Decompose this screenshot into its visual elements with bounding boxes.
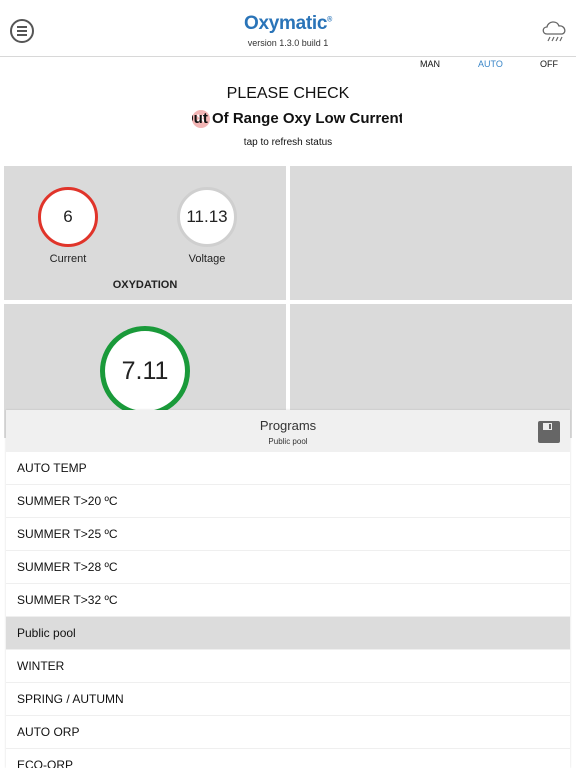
alert-text: Out Of Range Oxy Low Current bbox=[192, 110, 402, 127]
version-label: version 1.3.0 build 1 bbox=[247, 38, 329, 48]
programs-list: AUTO TEMP SUMMER T>20 ºC SUMMER T>25 ºC … bbox=[6, 452, 570, 768]
oxydation-panel[interactable]: 6 Current 11.13 Voltage OXYDATION bbox=[4, 166, 286, 300]
program-item-selected[interactable]: Public pool bbox=[6, 617, 570, 650]
cloud-rain-icon[interactable] bbox=[540, 18, 570, 44]
mode-selector: MAN AUTO OFF bbox=[0, 57, 576, 72]
app-logo: Oxymatic® bbox=[243, 13, 332, 34]
programs-title: Programs bbox=[259, 418, 317, 433]
program-item[interactable]: ECO-ORP bbox=[6, 749, 570, 768]
program-item[interactable]: SPRING / AUTUMN bbox=[6, 683, 570, 716]
ph-gauge: 7.11 bbox=[100, 326, 190, 416]
mode-off-button[interactable]: OFF bbox=[540, 59, 558, 69]
programs-subtitle: Public pool bbox=[268, 437, 308, 446]
programs-popover: Programs Public pool AUTO TEMP SUMMER T>… bbox=[6, 410, 570, 768]
voltage-label: Voltage bbox=[188, 253, 226, 265]
program-item[interactable]: AUTO TEMP bbox=[6, 452, 570, 485]
program-item[interactable]: AUTO ORP bbox=[6, 716, 570, 749]
mode-man-button[interactable]: MAN bbox=[420, 59, 440, 69]
current-label: Current bbox=[49, 253, 87, 265]
save-icon[interactable] bbox=[538, 421, 560, 443]
oxydation-title: OXYDATION bbox=[112, 279, 178, 291]
status-title: PLEASE CHECK bbox=[226, 85, 350, 102]
mode-auto-button[interactable]: AUTO bbox=[478, 59, 503, 69]
status-alert[interactable]: ✕ Out Of Range Oxy Low Current bbox=[192, 108, 402, 130]
app-header: Oxymatic® version 1.3.0 build 1 bbox=[0, 0, 576, 57]
ph-value: 7.11 bbox=[121, 357, 169, 385]
voltage-value: 11.13 bbox=[186, 207, 228, 226]
program-item[interactable]: SUMMER T>25 ºC bbox=[6, 518, 570, 551]
current-value: 6 bbox=[63, 207, 73, 226]
refresh-status-link[interactable]: tap to refresh status bbox=[0, 137, 576, 148]
program-item[interactable]: WINTER bbox=[6, 650, 570, 683]
program-item[interactable]: SUMMER T>28 ºC bbox=[6, 551, 570, 584]
programs-header: Programs Public pool bbox=[6, 410, 570, 452]
current-gauge: 6 bbox=[38, 187, 98, 247]
program-item[interactable]: SUMMER T>32 ºC bbox=[6, 584, 570, 617]
program-item[interactable]: SUMMER T>20 ºC bbox=[6, 485, 570, 518]
empty-panel-top-right bbox=[290, 166, 572, 300]
voltage-gauge: 11.13 bbox=[177, 187, 237, 247]
